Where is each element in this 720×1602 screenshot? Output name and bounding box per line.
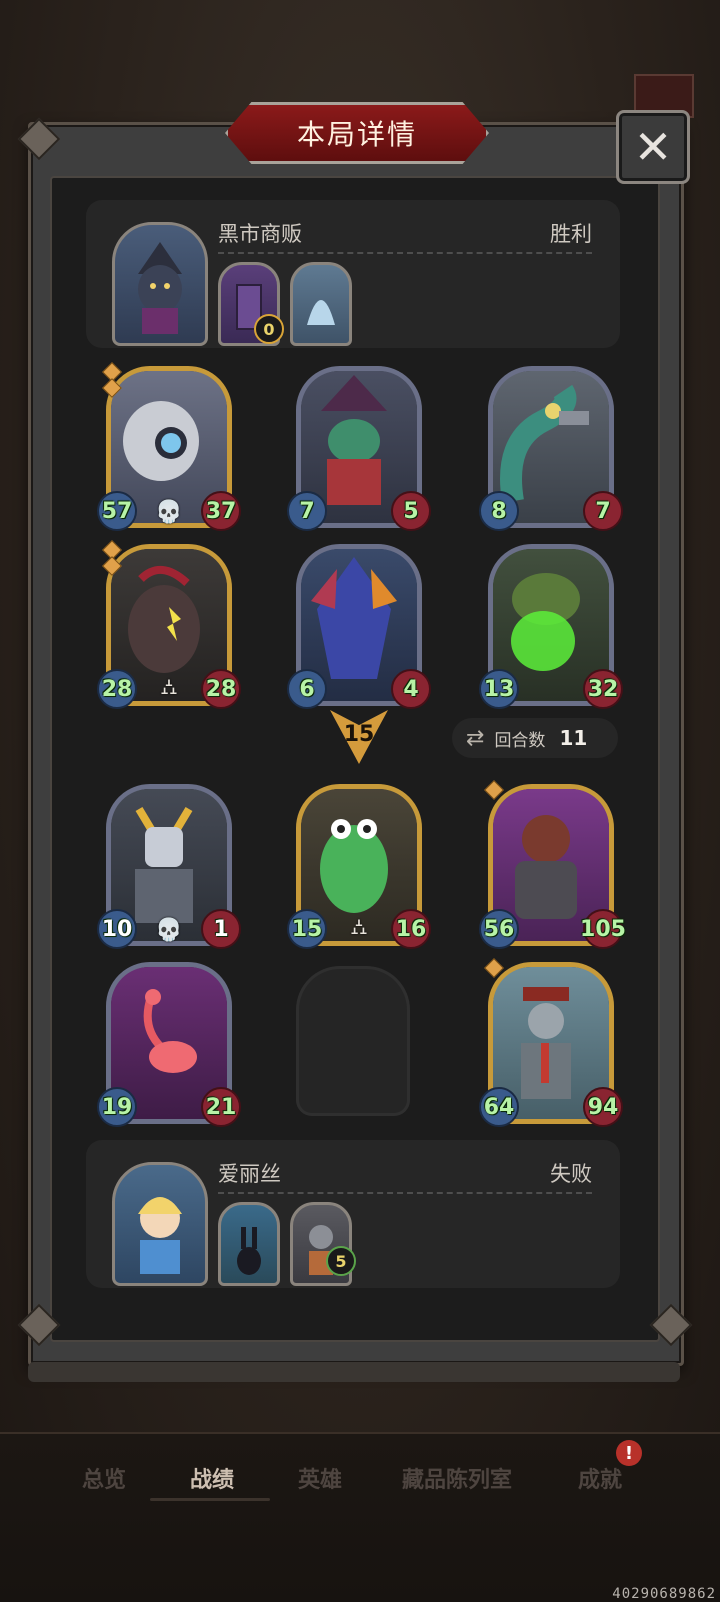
health-stat: 5 bbox=[391, 491, 431, 531]
close-icon: ✕ bbox=[633, 120, 673, 174]
loser-item-card[interactable] bbox=[218, 1202, 280, 1286]
health-stat: 16 bbox=[391, 909, 431, 949]
loser-avatar[interactable] bbox=[112, 1162, 208, 1286]
health-stat: 4 bbox=[391, 669, 431, 709]
reborn-icon: ⛼ bbox=[350, 915, 368, 940]
rounds-indicator: ⇄ 回合数 11 bbox=[452, 718, 618, 758]
minion-card[interactable]: 13 32 bbox=[479, 544, 623, 709]
deathrattle-icon: 💀 bbox=[155, 500, 183, 525]
close-button[interactable]: ✕ bbox=[616, 110, 690, 184]
item-count-badge: 5 bbox=[326, 1246, 356, 1276]
divider bbox=[218, 252, 592, 254]
attack-stat: 28 bbox=[97, 669, 137, 709]
divider bbox=[218, 1192, 592, 1194]
attack-stat: 19 bbox=[97, 1087, 137, 1127]
health-stat: 21 bbox=[201, 1087, 241, 1127]
winner-panel: 黑市商贩 胜利 0 bbox=[86, 200, 620, 348]
rabbit-silhouette-icon bbox=[237, 1227, 261, 1275]
health-stat: 1 bbox=[201, 909, 241, 949]
health-stat: 7 bbox=[583, 491, 623, 531]
page-title: 本局详情 bbox=[296, 118, 417, 151]
active-tab-indicator bbox=[150, 1498, 270, 1501]
attack-stat: 15 bbox=[287, 909, 327, 949]
rounds-cycle-icon: ⇄ bbox=[466, 725, 485, 751]
spirit-icon bbox=[307, 300, 335, 325]
attack-stat: 6 bbox=[287, 669, 327, 709]
attack-stat: 56 bbox=[479, 909, 519, 949]
minion-card[interactable]: 8 7 bbox=[479, 366, 623, 531]
loser-panel: 爱丽丝 失败 5 bbox=[86, 1140, 620, 1288]
winner-name: 黑市商贩 bbox=[218, 222, 302, 246]
notification-badge: ! bbox=[616, 1440, 642, 1466]
winner-avatar[interactable] bbox=[112, 222, 208, 346]
item-count-badge: 0 bbox=[254, 314, 284, 344]
minion-card[interactable]: 💀 57 37 bbox=[97, 362, 241, 531]
attack-stat: 10 bbox=[97, 909, 137, 949]
title-banner: 本局详情 bbox=[225, 102, 489, 164]
empty-board-slot bbox=[296, 966, 410, 1116]
rounds-value: 11 bbox=[559, 726, 588, 750]
loser-name: 爱丽丝 bbox=[218, 1162, 281, 1186]
bottom-nav: 总览 战绩 英雄 藏品陈列室 成就 ! 40290689862 bbox=[0, 1432, 720, 1602]
deathrattle-icon: 💀 bbox=[155, 918, 183, 943]
health-stat: 37 bbox=[201, 491, 241, 531]
next-entry-strip bbox=[28, 1362, 680, 1382]
attack-stat: 64 bbox=[479, 1087, 519, 1127]
attack-stat: 57 bbox=[97, 491, 137, 531]
minion-card[interactable]: 6 4 bbox=[287, 544, 431, 709]
alice-portrait-icon bbox=[138, 1197, 182, 1274]
health-stat: 105 bbox=[580, 909, 626, 949]
attack-stat: 13 bbox=[479, 669, 519, 709]
health-stat: 94 bbox=[583, 1087, 623, 1127]
reborn-icon: ⛼ bbox=[160, 675, 178, 700]
tab-overview[interactable]: 总览 bbox=[82, 1462, 126, 1494]
minion-card[interactable]: ⛼ 15 16 bbox=[287, 784, 431, 949]
minion-card[interactable]: 19 21 bbox=[97, 962, 241, 1127]
minion-card[interactable]: 💀 10 1 bbox=[97, 784, 241, 949]
tab-heroes[interactable]: 英雄 bbox=[298, 1462, 342, 1494]
attack-stat: 8 bbox=[479, 491, 519, 531]
rounds-label: 回合数 bbox=[494, 730, 546, 751]
minion-card[interactable]: 64 94 bbox=[479, 958, 623, 1127]
minion-card[interactable]: 7 5 bbox=[287, 366, 431, 531]
loser-result: 失败 bbox=[550, 1162, 592, 1186]
tab-records[interactable]: 战绩 bbox=[190, 1462, 234, 1494]
minion-card[interactable]: 56 105 bbox=[479, 780, 626, 949]
minion-card[interactable]: ⛼ 28 28 bbox=[97, 540, 241, 709]
tab-collection[interactable]: 藏品陈列室 bbox=[402, 1462, 512, 1494]
winner-item-card[interactable] bbox=[290, 262, 352, 346]
health-stat: 28 bbox=[201, 669, 241, 709]
tab-achievements[interactable]: 成就 bbox=[578, 1462, 622, 1494]
attack-order-count: 15 bbox=[343, 722, 375, 747]
winner-result: 胜利 bbox=[550, 222, 592, 246]
merchant-portrait-icon bbox=[138, 242, 182, 334]
health-stat: 32 bbox=[583, 669, 623, 709]
attack-stat: 7 bbox=[287, 491, 327, 531]
